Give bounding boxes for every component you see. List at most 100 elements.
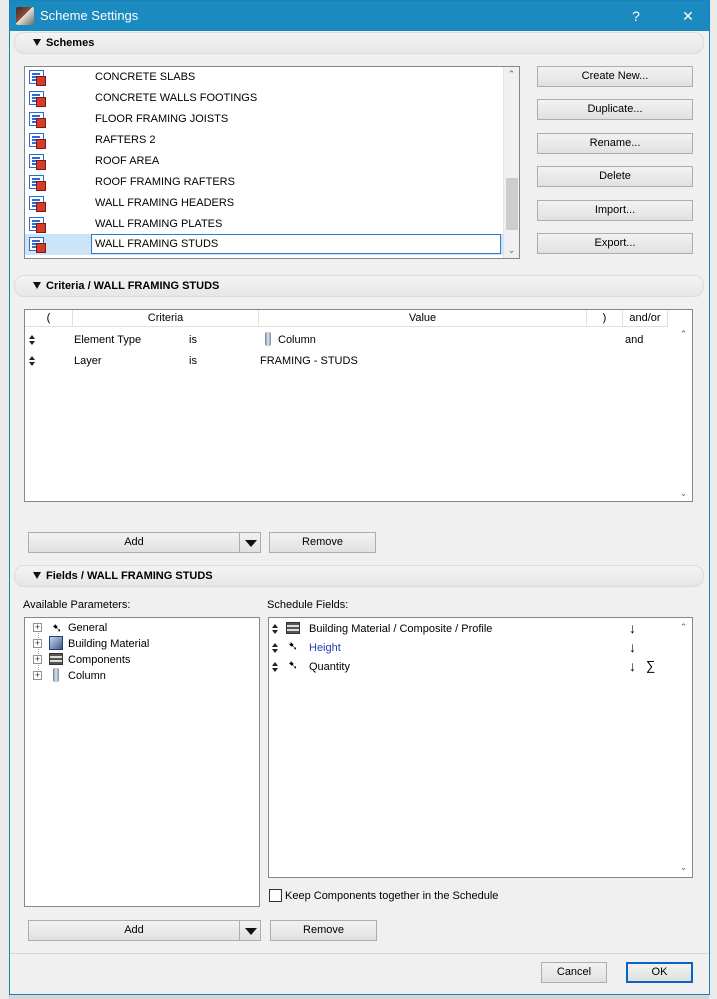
building-material-icon — [49, 636, 63, 650]
table-row[interactable]: Element Type is Column and — [25, 330, 675, 350]
scheme-icon — [29, 154, 46, 170]
export-button[interactable]: Export... — [537, 233, 693, 254]
available-parameters-tree[interactable]: + ➷ General + Building Material + Compon… — [24, 617, 260, 907]
list-item[interactable]: ROOF AREA — [25, 151, 505, 172]
rename-button[interactable]: Rename... — [537, 133, 693, 154]
scheme-icon — [29, 133, 46, 149]
scheme-rename-input[interactable] — [91, 234, 501, 254]
reorder-handle-icon[interactable] — [272, 643, 279, 653]
pointer-icon: ➷ — [288, 639, 299, 653]
value-cell: Column — [278, 334, 316, 346]
scroll-down-icon[interactable]: ⌄ — [676, 860, 691, 875]
create-new-button[interactable]: Create New... — [537, 66, 693, 87]
components-icon — [49, 653, 63, 665]
list-item-selected[interactable] — [25, 234, 505, 255]
scheme-icon — [29, 112, 46, 128]
fields-add-button[interactable]: Add — [28, 920, 261, 941]
title-bar[interactable]: Scheme Settings ? ✕ — [10, 1, 709, 31]
help-button[interactable]: ? — [624, 5, 648, 27]
import-button[interactable]: Import... — [537, 200, 693, 221]
fields-section-label: Fields / WALL FRAMING STUDS — [46, 570, 213, 582]
criteria-add-button[interactable]: Add — [28, 532, 261, 553]
schemes-section-label: Schemes — [46, 37, 95, 49]
scroll-up-icon[interactable]: ⌃ — [676, 620, 691, 635]
list-item[interactable]: CONCRETE WALLS FOOTINGS — [25, 88, 505, 109]
sort-descending-icon[interactable]: ↓ — [629, 639, 636, 655]
sort-descending-icon[interactable]: ↓ — [629, 658, 636, 674]
criteria-scrollbar[interactable]: ⌃ ⌄ — [676, 327, 692, 501]
criteria-table[interactable]: ( Criteria Value ) and/or Element Type i… — [24, 309, 693, 502]
available-parameters-label: Available Parameters: — [23, 599, 131, 611]
reorder-handle-icon[interactable] — [272, 624, 279, 634]
fields-section-header[interactable]: Fields / WALL FRAMING STUDS — [14, 565, 704, 587]
schemes-section-header[interactable]: Schemes — [14, 32, 704, 54]
collapse-triangle-icon — [33, 39, 41, 46]
pointer-icon: ➷ — [52, 621, 63, 635]
collapse-triangle-icon — [33, 282, 41, 289]
split-divider — [239, 533, 240, 552]
tree-node[interactable]: + ➷ General — [25, 620, 255, 636]
list-item[interactable]: CONCRETE SLABS — [25, 67, 505, 88]
scheme-icon — [29, 70, 46, 86]
column-header-andor: and/or — [623, 310, 668, 327]
list-item[interactable]: WALL FRAMING HEADERS — [25, 193, 505, 214]
column-header-open-paren: ( — [25, 310, 73, 327]
dropdown-arrow-icon[interactable] — [245, 540, 257, 547]
reorder-handle-icon[interactable] — [272, 662, 279, 672]
sort-descending-icon[interactable]: ↓ — [629, 620, 636, 636]
scheme-icon — [29, 175, 46, 191]
tree-node[interactable]: + Components — [25, 652, 255, 668]
keep-components-checkbox[interactable] — [269, 889, 282, 902]
list-item[interactable]: WALL FRAMING PLATES — [25, 214, 505, 235]
expand-icon[interactable]: + — [33, 655, 42, 664]
scroll-down-icon[interactable]: ⌄ — [676, 486, 691, 501]
schedule-fields-list[interactable]: Building Material / Composite / Profile … — [268, 617, 693, 878]
fields-add-label: Add — [124, 924, 144, 936]
keep-components-label: Keep Components together in the Schedule — [285, 890, 499, 902]
composite-icon — [286, 622, 300, 634]
scroll-up-icon[interactable]: ⌃ — [676, 327, 691, 342]
list-item[interactable]: FLOOR FRAMING JOISTS — [25, 109, 505, 130]
andor-cell: and — [625, 334, 644, 346]
criteria-section-header[interactable]: Criteria / WALL FRAMING STUDS — [14, 275, 704, 297]
delete-button[interactable]: Delete — [537, 166, 693, 187]
scroll-thumb[interactable] — [506, 178, 518, 230]
dropdown-arrow-icon[interactable] — [245, 928, 257, 935]
cancel-button[interactable]: Cancel — [541, 962, 607, 983]
scheme-settings-dialog: Scheme Settings ? ✕ Schemes CONCRETE SLA… — [9, 0, 710, 995]
ok-button[interactable]: OK — [626, 962, 693, 983]
pointer-icon: ➷ — [288, 658, 299, 672]
fields-remove-button[interactable]: Remove — [270, 920, 377, 941]
schedule-fields-scrollbar[interactable]: ⌃ ⌄ — [676, 618, 692, 877]
column-element-icon — [265, 332, 271, 346]
table-row[interactable]: Layer is FRAMING - STUDS — [25, 351, 675, 371]
reorder-handle-icon[interactable] — [29, 335, 36, 345]
expand-icon[interactable]: + — [33, 623, 42, 632]
column-header-value: Value — [259, 310, 587, 327]
reorder-handle-icon[interactable] — [29, 356, 36, 366]
tree-node[interactable]: + Column — [25, 668, 255, 684]
duplicate-button[interactable]: Duplicate... — [537, 99, 693, 120]
scheme-icon — [29, 196, 46, 212]
table-row[interactable]: ➷ Quantity ↓ ∑ — [269, 658, 674, 676]
schemes-list[interactable]: CONCRETE SLABS CONCRETE WALLS FOOTINGS F… — [24, 66, 520, 259]
schemes-scrollbar[interactable]: ⌃ ⌄ — [503, 67, 519, 258]
criteria-remove-button[interactable]: Remove — [269, 532, 376, 553]
close-button[interactable]: ✕ — [676, 5, 700, 27]
sum-icon[interactable]: ∑ — [646, 658, 655, 673]
expand-icon[interactable]: + — [33, 639, 42, 648]
column-header-close-paren: ) — [587, 310, 623, 327]
collapse-triangle-icon — [33, 572, 41, 579]
scroll-down-icon[interactable]: ⌄ — [504, 243, 519, 258]
criteria-add-label: Add — [124, 536, 144, 548]
app-logo-icon — [16, 7, 34, 25]
tree-node[interactable]: + Building Material — [25, 636, 255, 652]
table-row[interactable]: Building Material / Composite / Profile … — [269, 620, 674, 638]
value-cell: FRAMING - STUDS — [260, 355, 358, 367]
scroll-up-icon[interactable]: ⌃ — [504, 67, 519, 82]
list-item[interactable]: RAFTERS 2 — [25, 130, 505, 151]
list-item[interactable]: ROOF FRAMING RAFTERS — [25, 172, 505, 193]
table-row[interactable]: ➷ Height ↓ — [269, 639, 674, 657]
expand-icon[interactable]: + — [33, 671, 42, 680]
column-element-icon — [53, 668, 59, 682]
